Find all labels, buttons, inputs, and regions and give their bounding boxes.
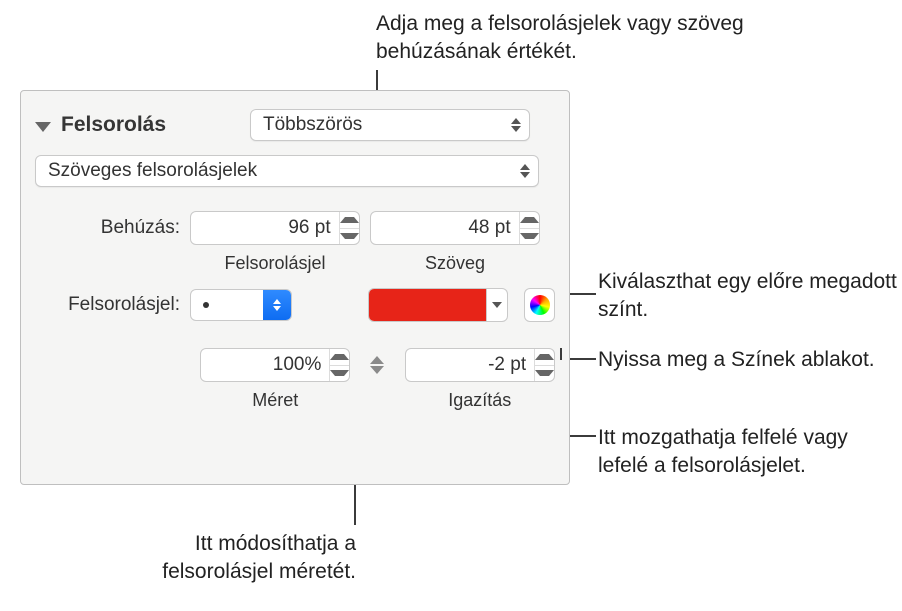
bullet-indent-input[interactable] [191, 217, 339, 239]
align-sublabel: Igazítás [404, 390, 555, 411]
text-indent-input[interactable] [371, 217, 519, 239]
bullet-type-value: Szöveges felsorolásjelek [48, 160, 257, 182]
bullet-indent-stepper[interactable] [190, 211, 360, 245]
callout-size: Itt módosíthatja a felsorolásjel méretét… [96, 530, 356, 587]
color-wheel-icon [530, 295, 550, 315]
stepper-buttons[interactable] [534, 349, 554, 381]
size-stepper[interactable] [200, 348, 350, 382]
indent-label: Behúzás: [35, 217, 180, 239]
updown-icon [520, 164, 530, 178]
color-picker-button[interactable] [524, 288, 555, 322]
size-input[interactable] [201, 354, 329, 376]
dropdown-arrow-icon [263, 290, 291, 320]
color-swatch [369, 289, 486, 321]
bullet-char-label: Felsorolásjel: [35, 294, 180, 316]
color-swatch-dropdown[interactable] [368, 288, 508, 322]
callout-move-bullet: Itt mozgathatja felfelé vagy lefelé a fe… [598, 424, 898, 481]
stepper-buttons[interactable] [519, 212, 539, 244]
callout-preset-color: Kiválaszthat egy előre megadott színt. [598, 268, 898, 325]
callout-indent-text: Adja meg a felsorolásjelek vagy szöveg b… [376, 10, 806, 67]
text-indent-sublabel: Szöveg [370, 253, 540, 274]
section-heading: Felsorolás [61, 113, 166, 137]
list-type-dropdown[interactable]: Többszörös [250, 109, 530, 141]
list-type-value: Többszörös [263, 114, 362, 136]
chevron-down-icon [486, 289, 507, 321]
bullet-glyph-icon [203, 302, 209, 308]
stepper-buttons[interactable] [339, 212, 359, 244]
bullet-char-select[interactable] [190, 289, 292, 321]
stepper-buttons[interactable] [329, 349, 349, 381]
updown-icon [511, 118, 521, 132]
callout-open-colors: Nyissa meg a Színek ablakot. [598, 346, 898, 374]
align-input[interactable] [406, 354, 534, 376]
size-sublabel: Méret [200, 390, 351, 411]
vertical-align-icon [366, 350, 389, 380]
bullet-type-dropdown[interactable]: Szöveges felsorolásjelek [35, 155, 539, 187]
list-style-panel: Felsorolás Többszörös Szöveges felsorolá… [20, 90, 570, 485]
bullet-indent-sublabel: Felsorolásjel [190, 253, 360, 274]
text-indent-stepper[interactable] [370, 211, 540, 245]
disclosure-triangle-icon[interactable] [35, 122, 51, 132]
align-stepper[interactable] [405, 348, 555, 382]
